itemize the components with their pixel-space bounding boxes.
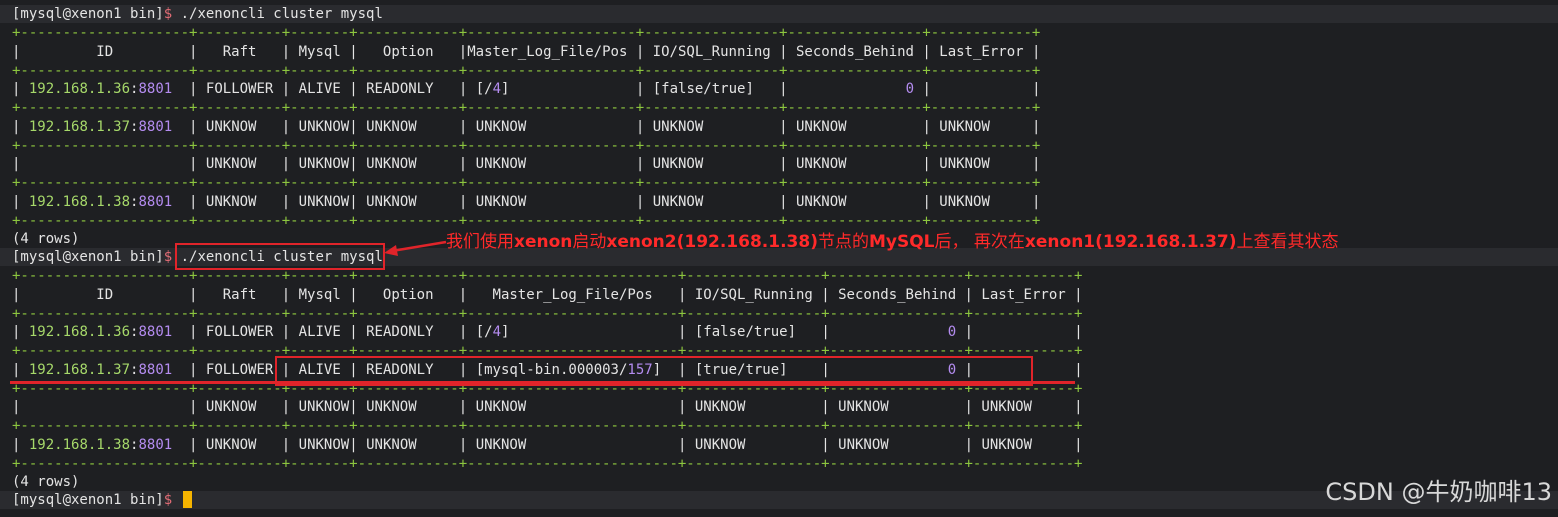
table-separator: +--------------------+----------+-------… bbox=[12, 100, 1041, 116]
table-row: | 192.168.1.36:8801 | FOLLOWER | ALIVE |… bbox=[12, 81, 1041, 98]
terminal-prompt-3[interactable]: [mysql@xenon1 bin]$ bbox=[0, 491, 1558, 509]
table-separator: +--------------------+----------+-------… bbox=[12, 455, 1083, 472]
column-header: Mysql bbox=[290, 43, 350, 60]
column-header: IO/SQL_Running bbox=[686, 286, 822, 303]
column-header: Option bbox=[357, 43, 459, 60]
prompt-user-host: [mysql@xenon1 bin] bbox=[12, 6, 164, 22]
column-header: ID bbox=[20, 286, 190, 303]
row-count-2: (4 rows) bbox=[12, 474, 80, 490]
arrow-icon bbox=[384, 240, 447, 256]
column-header: Seconds_Behind bbox=[787, 43, 923, 60]
column-header: Raft bbox=[197, 43, 282, 60]
table-header-row: | ID | Raft | Mysql | Option |Master_Log… bbox=[12, 43, 1041, 60]
table-separator-line: +--------------------+----------+-------… bbox=[0, 99, 1558, 117]
table-separator: +--------------------+----------+-------… bbox=[12, 137, 1041, 154]
column-header: Option bbox=[357, 286, 459, 303]
column-header: Last_Error bbox=[972, 286, 1075, 303]
column-header: Seconds_Behind bbox=[829, 286, 965, 303]
column-header: IO/SQL_Running bbox=[644, 43, 780, 60]
prompt-user-host: [mysql@xenon1 bin] bbox=[12, 249, 164, 265]
table-separator-line: +--------------------+----------+-------… bbox=[0, 455, 1558, 473]
table-separator-line: +--------------------+----------+-------… bbox=[0, 24, 1558, 42]
table-separator: +--------------------+----------+-------… bbox=[12, 305, 1083, 322]
command-highlight-box bbox=[175, 243, 385, 270]
underline-marker bbox=[10, 381, 1075, 384]
table-row: | 192.168.1.38:8801 | UNKNOW | UNKNOW| U… bbox=[12, 193, 1041, 210]
column-header: Master_Log_File/Pos bbox=[467, 286, 678, 303]
table-separator-line: +--------------------+----------+-------… bbox=[0, 174, 1558, 192]
prompt-dollar: $ bbox=[163, 249, 173, 265]
column-header: ID bbox=[20, 43, 190, 60]
table-header-row: | ID | Raft | Mysql | Option | Master_Lo… bbox=[12, 286, 1083, 303]
prompt-dollar: $ bbox=[163, 6, 173, 22]
prompt-command: ./xenoncli cluster mysql bbox=[180, 6, 383, 22]
table-separator: +--------------------+----------+-------… bbox=[12, 175, 1041, 191]
table-row: | 192.168.1.37:8801 | UNKNOW | UNKNOW| U… bbox=[12, 118, 1041, 135]
table-separator: +--------------------+----------+-------… bbox=[12, 62, 1041, 79]
table-separator-line: +--------------------+----------+-------… bbox=[0, 417, 1558, 435]
table-row: | 192.168.1.36:8801 | FOLLOWER | ALIVE |… bbox=[12, 324, 1083, 341]
table-row: | | UNKNOW | UNKNOW| UNKNOW | UNKNOW | U… bbox=[12, 399, 1083, 416]
table-separator: +--------------------+----------+-------… bbox=[12, 268, 1083, 284]
table-separator: +--------------------+----------+-------… bbox=[12, 25, 1041, 41]
column-header: Last_Error bbox=[930, 43, 1032, 60]
table-row: | 192.168.1.38:8801 | UNKNOW | UNKNOW| U… bbox=[12, 436, 1083, 453]
watermark: CSDN @牛奶咖啡13 bbox=[1325, 478, 1552, 506]
prompt-dollar: $ bbox=[163, 492, 173, 508]
table-separator: +--------------------+----------+-------… bbox=[12, 418, 1083, 434]
prompt-user-host: [mysql@xenon1 bin] bbox=[12, 492, 164, 508]
table-separator: +--------------------+----------+-------… bbox=[12, 212, 1041, 229]
table-separator-line: +--------------------+----------+-------… bbox=[0, 137, 1558, 155]
column-header: Master_Log_File/Pos bbox=[467, 43, 636, 60]
table-separator-line: +--------------------+----------+-------… bbox=[0, 212, 1558, 230]
column-header: Raft bbox=[197, 286, 282, 303]
terminal-cursor bbox=[182, 491, 192, 508]
table-row: | | UNKNOW | UNKNOW| UNKNOW | UNKNOW | U… bbox=[12, 156, 1041, 173]
table-separator-line: +--------------------+----------+-------… bbox=[0, 62, 1558, 80]
column-header: Mysql bbox=[290, 286, 350, 303]
table-separator-line: +--------------------+----------+-------… bbox=[0, 305, 1558, 323]
terminal-prompt-1: [mysql@xenon1 bin]$ ./xenoncli cluster m… bbox=[0, 5, 1558, 23]
annotation-text: 我们使用xenon启动xenon2(192.168.1.38)节点的MySQL后… bbox=[446, 232, 1339, 252]
